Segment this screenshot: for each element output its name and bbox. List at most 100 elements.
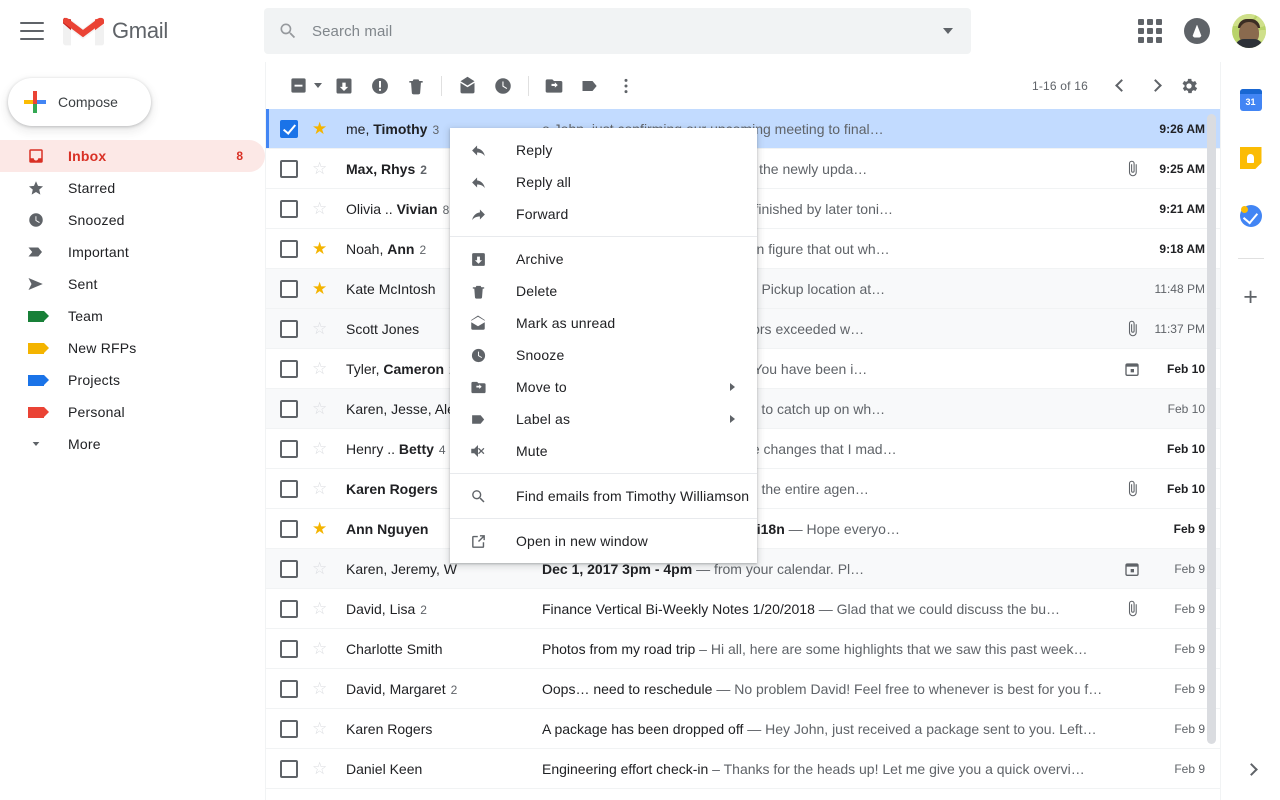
gmail-logo[interactable]: Gmail bbox=[62, 15, 168, 47]
google-calendar-button[interactable]: 31 bbox=[1231, 80, 1271, 120]
snooze-button[interactable] bbox=[485, 68, 521, 104]
sidebar-item-snoozed[interactable]: Snoozed bbox=[0, 204, 265, 236]
sidebar-item-label: More bbox=[68, 436, 101, 452]
sidebar-item-label: Personal bbox=[68, 404, 125, 420]
email-checkbox[interactable] bbox=[280, 159, 298, 178]
menu-item-forward[interactable]: Forward bbox=[450, 198, 757, 230]
star-icon[interactable]: ☆ bbox=[312, 640, 330, 657]
expand-side-panel-button[interactable] bbox=[1238, 756, 1264, 782]
sidebar-item-projects[interactable]: Projects bbox=[0, 364, 265, 396]
email-row[interactable]: ☆ Daniel Keen Engineering effort check-in … bbox=[266, 749, 1221, 789]
previous-page-button[interactable] bbox=[1104, 69, 1138, 103]
email-row[interactable]: ☆ David, Lisa 2 Finance Vertical Bi-Weekly … bbox=[266, 589, 1221, 629]
sidebar-item-team[interactable]: Team bbox=[0, 300, 265, 332]
email-row[interactable]: ☆ David, Margaret 2 Oops… need to reschedul… bbox=[266, 669, 1221, 709]
search-bar[interactable]: Search mail bbox=[264, 8, 971, 54]
menu-item-move-to[interactable]: Move to bbox=[450, 371, 757, 403]
move-to-button[interactable] bbox=[536, 68, 572, 104]
sidebar-item-new-rfps[interactable]: New RFPs bbox=[0, 332, 265, 364]
list-scrollbar[interactable] bbox=[1207, 114, 1216, 744]
menu-item-label-as[interactable]: Label as bbox=[450, 403, 757, 435]
sidebar-item-inbox[interactable]: Inbox 8 bbox=[0, 140, 265, 172]
email-checkbox[interactable] bbox=[280, 479, 298, 498]
menu-item-label: Open in new window bbox=[516, 533, 648, 549]
labels-button[interactable] bbox=[572, 68, 608, 104]
add-app-button[interactable]: + bbox=[1231, 277, 1271, 317]
email-checkbox[interactable] bbox=[280, 439, 298, 458]
delete-button[interactable] bbox=[398, 68, 434, 104]
email-date: Feb 9 bbox=[1174, 761, 1205, 776]
menu-item-reply[interactable]: Reply bbox=[450, 134, 757, 166]
avatar[interactable] bbox=[1232, 14, 1266, 48]
menu-item-open-in-new-window[interactable]: Open in new window bbox=[450, 525, 757, 557]
star-icon[interactable]: ☆ bbox=[312, 440, 330, 457]
star-icon[interactable]: ☆ bbox=[312, 160, 330, 177]
menu-item-mute[interactable]: Mute bbox=[450, 435, 757, 467]
email-checkbox[interactable] bbox=[280, 559, 298, 578]
star-icon[interactable]: ☆ bbox=[312, 400, 330, 417]
menu-item-mark-as-unread[interactable]: Mark as unread bbox=[450, 307, 757, 339]
main-menu-icon[interactable] bbox=[20, 22, 44, 40]
star-icon[interactable]: ☆ bbox=[312, 680, 330, 697]
google-tasks-button[interactable] bbox=[1231, 196, 1271, 236]
mark-as-read-button[interactable] bbox=[449, 68, 485, 104]
email-checkbox[interactable] bbox=[280, 599, 298, 618]
apps-grid-icon[interactable] bbox=[1138, 19, 1162, 43]
next-page-button[interactable] bbox=[1138, 69, 1172, 103]
sidebar-item-personal[interactable]: Personal bbox=[0, 396, 265, 428]
settings-button[interactable] bbox=[1172, 69, 1206, 103]
star-icon[interactable]: ★ bbox=[312, 240, 330, 257]
menu-item-reply-all[interactable]: Reply all bbox=[450, 166, 757, 198]
trash-icon bbox=[468, 283, 488, 300]
sidebar-item-label: Projects bbox=[68, 372, 121, 388]
compose-button[interactable]: Compose bbox=[8, 78, 151, 126]
email-checkbox[interactable] bbox=[280, 119, 298, 138]
star-icon[interactable]: ★ bbox=[312, 120, 330, 137]
menu-item-label: Move to bbox=[516, 379, 567, 395]
email-checkbox[interactable] bbox=[280, 199, 298, 218]
email-checkbox[interactable] bbox=[280, 319, 298, 338]
email-checkbox[interactable] bbox=[280, 359, 298, 378]
email-checkbox[interactable] bbox=[280, 719, 298, 738]
star-icon[interactable]: ☆ bbox=[312, 760, 330, 777]
sidebar-item-starred[interactable]: Starred bbox=[0, 172, 265, 204]
search-options-chevron-down-icon[interactable] bbox=[943, 28, 953, 34]
search-input[interactable]: Search mail bbox=[312, 23, 943, 40]
star-icon[interactable]: ☆ bbox=[312, 480, 330, 497]
menu-item-find-emails-from-timothy-williamson[interactable]: Find emails from Timothy Williamson bbox=[450, 480, 757, 512]
star-icon[interactable]: ★ bbox=[312, 280, 330, 297]
more-options-button[interactable] bbox=[608, 68, 644, 104]
submenu-arrow-icon bbox=[730, 383, 735, 391]
menu-divider bbox=[450, 518, 757, 519]
account-icon[interactable] bbox=[1184, 18, 1210, 44]
search-icon bbox=[468, 488, 488, 505]
star-icon[interactable]: ☆ bbox=[312, 320, 330, 337]
email-checkbox[interactable] bbox=[280, 679, 298, 698]
archive-button[interactable] bbox=[326, 68, 362, 104]
star-icon[interactable]: ☆ bbox=[312, 200, 330, 217]
email-checkbox[interactable] bbox=[280, 239, 298, 258]
sidebar-item-important[interactable]: Important bbox=[0, 236, 265, 268]
select-all-checkbox-icon[interactable] bbox=[280, 68, 316, 104]
menu-item-archive[interactable]: Archive bbox=[450, 243, 757, 275]
email-checkbox[interactable] bbox=[280, 759, 298, 778]
star-icon[interactable]: ☆ bbox=[312, 720, 330, 737]
email-checkbox[interactable] bbox=[280, 519, 298, 538]
report-spam-button[interactable] bbox=[362, 68, 398, 104]
select-all-chevron-down-icon[interactable] bbox=[314, 83, 322, 88]
star-icon[interactable]: ★ bbox=[312, 520, 330, 537]
menu-item-delete[interactable]: Delete bbox=[450, 275, 757, 307]
menu-item-snooze[interactable]: Snooze bbox=[450, 339, 757, 371]
sidebar-item-more[interactable]: More bbox=[0, 428, 265, 460]
email-checkbox[interactable] bbox=[280, 279, 298, 298]
star-icon[interactable]: ☆ bbox=[312, 360, 330, 377]
sidebar-item-sent[interactable]: Sent bbox=[0, 268, 265, 300]
email-checkbox[interactable] bbox=[280, 399, 298, 418]
email-row[interactable]: ☆ Karen Rogers A package has been dropped … bbox=[266, 709, 1221, 749]
star-icon[interactable]: ☆ bbox=[312, 600, 330, 617]
star-icon[interactable]: ☆ bbox=[312, 560, 330, 577]
email-checkbox[interactable] bbox=[280, 639, 298, 658]
sidebar-nav: Inbox 8 Starred Snoozed Important Sent T… bbox=[0, 140, 265, 460]
email-row[interactable]: ☆ Charlotte Smith Photos from my road trip… bbox=[266, 629, 1221, 669]
google-keep-button[interactable] bbox=[1231, 138, 1271, 178]
